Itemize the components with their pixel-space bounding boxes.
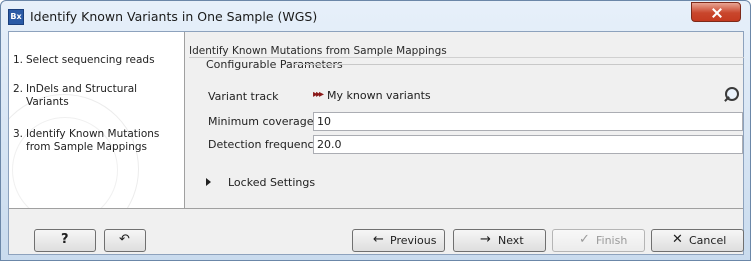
check-icon: ✓ xyxy=(579,232,590,247)
variant-track-label: Variant track xyxy=(208,90,279,103)
expand-arrow-icon[interactable] xyxy=(206,178,211,186)
previous-label: Previous xyxy=(390,234,437,247)
step-number: 2. xyxy=(13,83,24,95)
locked-settings-label: Locked Settings xyxy=(228,176,316,189)
button-bar-divider xyxy=(9,208,743,209)
step-label: Select sequencing reads xyxy=(26,54,155,66)
previous-button[interactable]: ← Previous xyxy=(352,229,445,252)
finish-label: Finish xyxy=(596,234,628,247)
panel-title: Identify Known Mutations from Sample Map… xyxy=(189,45,447,57)
variant-track-icon: ▸▸▸ xyxy=(313,89,324,100)
arrow-left-icon: ← xyxy=(373,232,384,247)
step-label: InDels and Structural Variants xyxy=(26,83,138,108)
app-icon: Bx xyxy=(8,9,24,25)
close-button[interactable] xyxy=(691,2,741,22)
minimum-coverage-input[interactable]: 10 xyxy=(313,112,743,131)
step-number: 1. xyxy=(13,54,24,66)
step-number: 3. xyxy=(13,128,24,140)
variant-track-value: My known variants xyxy=(327,89,431,102)
help-button[interactable]: ? xyxy=(34,229,96,252)
cancel-button[interactable]: ✕ Cancel xyxy=(651,229,744,252)
browse-icon[interactable] xyxy=(722,85,742,105)
step-label: Identify Known Mutations from Sample Map… xyxy=(26,128,160,153)
dialog-body: 1. Select sequencing reads 2. InDels and… xyxy=(8,31,744,255)
wizard-steps-panel: 1. Select sequencing reads 2. InDels and… xyxy=(9,32,185,208)
finish-button[interactable]: ✓ Finish xyxy=(552,229,645,252)
variant-track-field: ▸▸▸ My known variants xyxy=(313,85,736,106)
cancel-label: Cancel xyxy=(689,234,727,247)
detection-frequency-label: Detection frequency xyxy=(208,138,321,151)
x-icon: ✕ xyxy=(672,232,683,247)
next-label: Next xyxy=(498,234,524,247)
dialog-window: Bx Identify Known Variants in One Sample… xyxy=(0,0,751,261)
window-title: Identify Known Variants in One Sample (W… xyxy=(30,9,318,24)
help-icon: ? xyxy=(61,232,69,247)
next-button[interactable]: → Next xyxy=(453,229,546,252)
group-divider xyxy=(294,64,743,65)
arrow-right-icon: → xyxy=(480,232,491,247)
detection-frequency-input[interactable]: 20.0 xyxy=(313,135,743,154)
minimum-coverage-label: Minimum coverage xyxy=(208,115,314,128)
reset-icon: ↶ xyxy=(119,232,130,247)
title-bar[interactable]: Bx Identify Known Variants in One Sample… xyxy=(1,1,750,31)
reset-button[interactable]: ↶ xyxy=(104,229,146,252)
